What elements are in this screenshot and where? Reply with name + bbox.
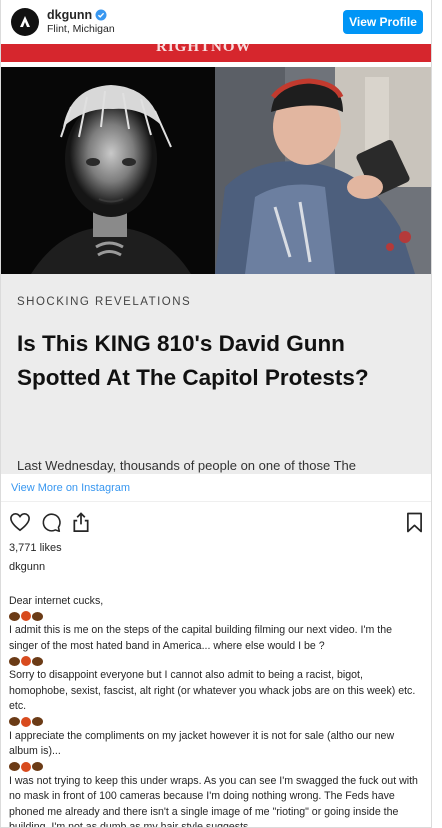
football-emoji-icon [32,762,43,772]
avatar-logo-icon [20,16,30,27]
caption-line: I admit this is me on the steps of the c… [9,624,393,652]
caption-line: Dear internet cucks, [9,595,104,607]
devil-emoji-icon [21,716,31,727]
instagram-embed: dkgunn Flint, Michigan View Profile RIGH… [0,0,432,828]
comment-icon[interactable] [40,512,62,533]
football-emoji-icon [9,611,20,621]
heart-icon[interactable] [9,512,31,532]
view-more-link[interactable]: View More on Instagram [1,474,431,502]
username[interactable]: dkgunn [47,8,92,24]
like-count[interactable]: 3,771 likes [1,542,431,558]
share-icon[interactable] [71,511,91,533]
post-header: dkgunn Flint, Michigan View Profile [1,0,431,44]
brand-bar: RIGHTNOW [1,44,431,62]
photo-collage [1,67,431,274]
caption-line: Sorry to disappoint everyone but I canno… [9,669,416,713]
action-bar [1,502,431,542]
emoji-divider [9,761,423,773]
avatar[interactable] [11,8,39,36]
caption: Dear internet cucks, I admit this is me o… [1,577,431,828]
devil-emoji-icon [21,656,31,667]
location[interactable]: Flint, Michigan [47,23,343,36]
verified-badge-icon [95,9,107,21]
post-image[interactable]: RIGHTNOW SHOCKING REVELATIONS Is This KI… [1,44,431,474]
view-profile-button[interactable]: View Profile [343,10,423,34]
caption-line: I was not trying to keep this under wrap… [9,774,418,828]
bookmark-icon[interactable] [406,512,423,533]
article-headline: Is This KING 810's David Gunn Spotted At… [17,331,369,390]
capitol-photo [215,67,431,274]
football-emoji-icon [32,717,43,727]
emoji-divider [9,655,423,667]
football-emoji-icon [9,762,20,772]
post-owner[interactable]: dkgunn [1,561,431,577]
emoji-divider [9,610,423,622]
article-eyebrow: SHOCKING REVELATIONS [17,296,192,308]
devil-emoji-icon [21,611,31,622]
emoji-divider [9,716,423,728]
football-emoji-icon [32,611,43,621]
football-emoji-icon [32,656,43,666]
portrait-photo [1,67,215,274]
article-card: SHOCKING REVELATIONS Is This KING 810's … [1,274,431,474]
article-excerpt: Last Wednesday, thousands of people on o… [17,458,356,473]
football-emoji-icon [9,717,20,727]
football-emoji-icon [9,656,20,666]
brand-logo: RIGHTNOW [156,44,252,55]
caption-line: I appreciate the compliments on my jacke… [9,729,395,758]
user-info: dkgunn Flint, Michigan [47,8,343,37]
devil-emoji-icon [21,761,31,772]
